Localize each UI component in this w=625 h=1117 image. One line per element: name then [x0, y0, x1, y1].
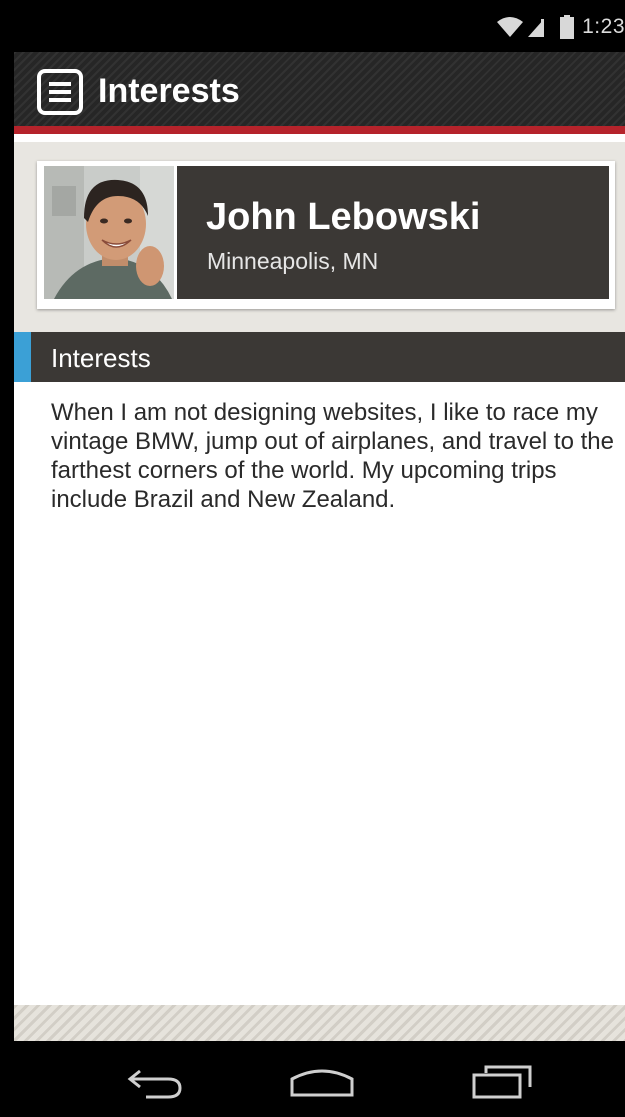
section-title: Interests — [51, 343, 151, 373]
nav-bar — [14, 1041, 625, 1117]
profile-location: Minneapolis, MN — [207, 248, 379, 274]
menu-icon[interactable] — [36, 68, 84, 116]
signal-icon — [526, 16, 546, 38]
recent-apps-icon[interactable] — [462, 1059, 542, 1103]
page-title: Interests — [98, 72, 240, 110]
action-bar-accent-stripe — [14, 126, 625, 134]
home-icon[interactable] — [282, 1059, 362, 1103]
section-accent-bar — [14, 332, 31, 382]
profile-name: John Lebowski — [206, 196, 481, 238]
back-icon[interactable] — [116, 1059, 196, 1103]
profile-area: John Lebowski Minneapolis, MN — [14, 142, 625, 332]
section-header: Interests — [14, 332, 625, 382]
footer-stripe — [14, 1005, 625, 1041]
profile-card: John Lebowski Minneapolis, MN — [37, 161, 615, 309]
battery-icon — [560, 15, 575, 39]
interests-description: When I am not designing websites, I like… — [51, 399, 614, 513]
avatar — [44, 166, 174, 299]
status-bar: 1:23 — [14, 0, 625, 52]
action-bar: Interests — [14, 52, 625, 134]
status-time: 1:23 — [582, 15, 625, 38]
wifi-icon — [496, 16, 524, 38]
app-screen: 1:23 Interests John Lebowski Minneapolis… — [14, 0, 625, 1117]
profile-name-panel: John Lebowski Minneapolis, MN — [177, 166, 609, 299]
